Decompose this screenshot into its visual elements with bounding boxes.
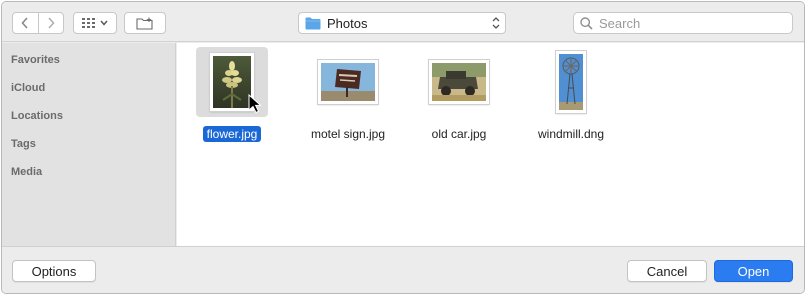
open-file-dialog: Photos Search Favorites iCloud Locations…	[1, 1, 805, 294]
search-icon	[580, 16, 593, 30]
chevron-down-icon	[100, 20, 108, 26]
file-name: motel sign.jpg	[310, 127, 386, 141]
grid-view-icon	[82, 18, 95, 28]
file-name: old car.jpg	[431, 127, 487, 141]
sidebar-item-favorites[interactable]: Favorites	[11, 54, 60, 66]
sidebar-item-tags[interactable]: Tags	[11, 138, 36, 150]
new-folder-button[interactable]	[124, 12, 166, 34]
view-options-button[interactable]	[73, 12, 117, 34]
old-car-thumbnail	[429, 60, 489, 104]
back-button[interactable]	[13, 13, 38, 33]
sidebar-item-locations[interactable]: Locations	[11, 110, 63, 122]
location-popup[interactable]: Photos	[298, 12, 506, 34]
file-thumbnail[interactable]	[535, 47, 607, 117]
toolbar: Photos Search	[2, 2, 804, 42]
motel-sign-thumbnail	[318, 60, 378, 104]
mouse-cursor-icon	[248, 94, 262, 114]
options-button[interactable]: Options	[12, 260, 96, 282]
search-placeholder: Search	[599, 15, 641, 31]
open-button[interactable]: Open	[714, 260, 793, 282]
navigation-buttons	[12, 12, 64, 34]
folder-icon	[305, 17, 321, 29]
sidebar: Favorites iCloud Locations Tags Media	[2, 43, 176, 246]
file-thumbnail[interactable]	[423, 47, 495, 117]
location-label: Photos	[327, 15, 368, 31]
forward-button[interactable]	[37, 13, 63, 33]
new-folder-icon	[136, 17, 153, 30]
chevron-left-icon	[21, 17, 29, 29]
sidebar-item-icloud[interactable]: iCloud	[11, 82, 45, 94]
chevron-right-icon	[48, 17, 55, 29]
windmill-thumbnail	[556, 51, 586, 113]
search-field[interactable]: Search	[573, 12, 793, 34]
file-name: flower.jpg	[182, 126, 282, 142]
cancel-button[interactable]: Cancel	[627, 260, 707, 282]
file-thumbnail[interactable]	[312, 47, 384, 117]
file-browser: flower.jpg motel sign.jpg old car.jpg wi…	[177, 43, 804, 246]
bottom-bar: Options Cancel Open	[2, 246, 804, 293]
file-name: windmill.dng	[537, 127, 605, 141]
sidebar-item-media[interactable]: Media	[11, 166, 42, 178]
up-down-arrows-icon	[492, 17, 500, 29]
